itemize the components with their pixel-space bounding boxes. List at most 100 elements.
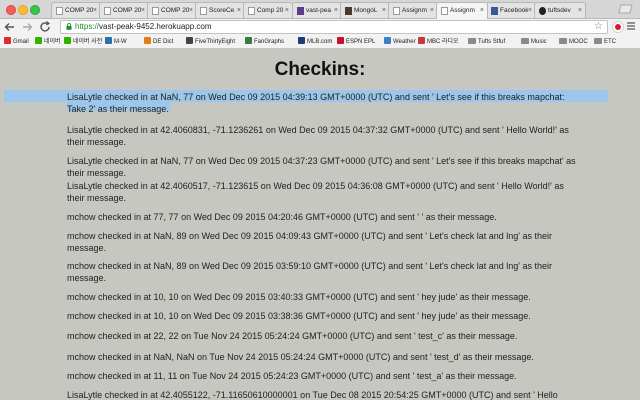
document-icon [104, 7, 111, 15]
browser-tab[interactable]: Assignm × [436, 2, 488, 19]
bookmark-item[interactable]: 네이버 [35, 36, 61, 48]
checkin-entry: mchow checked in at 77, 77 on Wed Dec 09… [67, 212, 497, 222]
browser-tab[interactable]: Facebook × [486, 2, 536, 18]
browser-tab[interactable]: Comp 20 × [243, 2, 293, 18]
browser-tab[interactable]: tuftsdev × [534, 2, 586, 18]
folder-icon [521, 38, 529, 44]
tab-label: COMP 20 [113, 7, 141, 14]
fivethirtyeight-icon [186, 37, 193, 44]
bookmark-item[interactable]: Gmail [4, 36, 29, 48]
bookmark-star-icon[interactable]: ☆ [594, 21, 603, 33]
reload-button[interactable] [38, 20, 52, 34]
document-icon [56, 7, 63, 15]
facebook-icon [491, 7, 498, 15]
mbc-icon [418, 37, 425, 44]
tab-close-icon[interactable]: × [528, 3, 532, 18]
new-tab-icon[interactable] [617, 4, 633, 14]
checkin-entry: LisaLytle checked in at NaN, 77 on Wed D… [67, 92, 565, 114]
checkin-entry: mchow checked in at 22, 22 on Tue Nov 24… [67, 331, 518, 341]
browser-tab[interactable]: vast-pea × [292, 2, 342, 18]
tab-label: Comp 20 [257, 7, 284, 14]
close-window-button[interactable] [6, 5, 16, 15]
bookmark-item[interactable]: MBC 라디오 [418, 36, 459, 48]
address-bar[interactable]: https://vast-peak-9452.herokuapp.com ☆ [60, 20, 608, 34]
bookmark-item[interactable]: MOOC [559, 36, 588, 48]
checkin-entry: mchow checked in at 10, 10 on Wed Dec 09… [67, 311, 531, 321]
bookmark-item[interactable]: Weather [384, 36, 416, 48]
tab-close-icon[interactable]: × [285, 3, 289, 18]
tab-close-icon[interactable]: × [430, 3, 434, 18]
bookmark-label: 네이버 사전 [73, 39, 103, 45]
browser-tab[interactable]: Assignm × [388, 2, 438, 18]
tab-close-icon[interactable]: × [382, 3, 386, 18]
bookmark-label: ESPN EPL [346, 39, 376, 45]
merriam-webster-icon [105, 37, 112, 44]
back-button[interactable] [3, 20, 17, 34]
tab-close-icon[interactable]: × [334, 3, 338, 18]
checkin-entry: LisaLytle checked in at 42.4060517, -71.… [67, 181, 564, 203]
gmail-icon [4, 37, 11, 44]
arrow-left-icon [4, 23, 14, 31]
browser-tab[interactable]: COMP 20 × [99, 2, 149, 18]
bookmark-label: FiveThirtyEight [195, 39, 236, 45]
folder-icon [594, 38, 602, 44]
bookmark-item[interactable]: FiveThirtyEight [186, 36, 235, 48]
checkin-entry: mchow checked in at 10, 10 on Wed Dec 09… [67, 292, 531, 302]
hamburger-menu-icon [627, 22, 635, 30]
bookmark-label: MLB.com [307, 39, 333, 45]
tab-close-icon[interactable]: × [578, 3, 582, 18]
espn-icon [337, 37, 344, 44]
url-host: vast-peak-9452.herokuapp.com [99, 22, 212, 31]
tab-close-icon[interactable]: × [237, 3, 241, 18]
forward-button[interactable] [20, 20, 34, 34]
tab-close-icon[interactable]: × [141, 3, 145, 18]
tab-close-icon[interactable]: × [189, 3, 193, 18]
browser-toolbar: https://vast-peak-9452.herokuapp.com ☆ [0, 19, 640, 36]
document-icon [393, 7, 400, 15]
reload-icon [40, 21, 51, 32]
bookmark-item[interactable]: ETC [594, 36, 616, 48]
weather-icon [384, 37, 391, 44]
folder-icon [559, 38, 567, 44]
tab-label: Assignm [402, 7, 427, 14]
mongolab-icon [345, 7, 352, 15]
checkin-entry: LisaLytle checked in at 42.4055122, -71.… [67, 390, 558, 400]
browser-tab[interactable]: COMP 20 × [51, 2, 101, 18]
browser-tab[interactable]: COMP 20 × [147, 2, 197, 18]
bookmark-item[interactable]: M-W [105, 36, 127, 48]
bookmark-item[interactable]: 네이버 사전 [64, 36, 102, 48]
tab-strip: COMP 20 × COMP 20 × COMP 20 × ScoreCe × Comp 20 ×… [0, 0, 640, 19]
tab-label: COMP 20 [161, 7, 189, 14]
minimize-window-button[interactable] [18, 5, 28, 15]
bookmark-item[interactable]: Tufts Stfuf [468, 36, 505, 48]
lastpass-icon [615, 24, 621, 30]
bookmark-item[interactable]: DE Dict [144, 36, 173, 48]
bookmark-label: MOOC [569, 39, 588, 45]
naver-icon [35, 37, 42, 44]
bookmark-label: FanGraphs [254, 39, 285, 45]
page-title: Checkins: [274, 59, 366, 80]
checkin-entry: LisaLytle checked in at 42.4060831, -71.… [67, 125, 569, 147]
bookmark-item[interactable]: ESPN EPL [337, 36, 375, 48]
bookmark-label: M-W [114, 39, 127, 45]
bookmark-label: Gmail [13, 39, 29, 45]
browser-tab[interactable]: MongoL × [340, 2, 390, 18]
bookmark-item[interactable]: Music [521, 36, 547, 48]
tab-label: vast-pea [306, 7, 331, 14]
github-icon [539, 7, 546, 15]
chrome-menu-button[interactable] [627, 20, 635, 37]
bookmark-item[interactable]: FanGraphs [245, 36, 284, 48]
bookmark-item[interactable]: MLB.com [298, 36, 332, 48]
lock-icon [66, 23, 72, 30]
browser-tab[interactable]: ScoreCe × [195, 2, 245, 18]
document-icon [152, 7, 159, 15]
bookmark-label: Weather [393, 39, 416, 45]
checkin-entry: mchow checked in at NaN, NaN on Tue Nov … [67, 352, 534, 362]
tab-close-icon[interactable]: × [480, 3, 484, 18]
maximize-window-button[interactable] [30, 5, 40, 15]
extension-button[interactable] [612, 21, 624, 33]
tab-close-icon[interactable]: × [93, 3, 97, 18]
page-body: Checkins: LisaLytle checked in at NaN, 7… [0, 49, 640, 400]
mlb-icon [298, 37, 305, 44]
heroku-icon [297, 7, 304, 15]
